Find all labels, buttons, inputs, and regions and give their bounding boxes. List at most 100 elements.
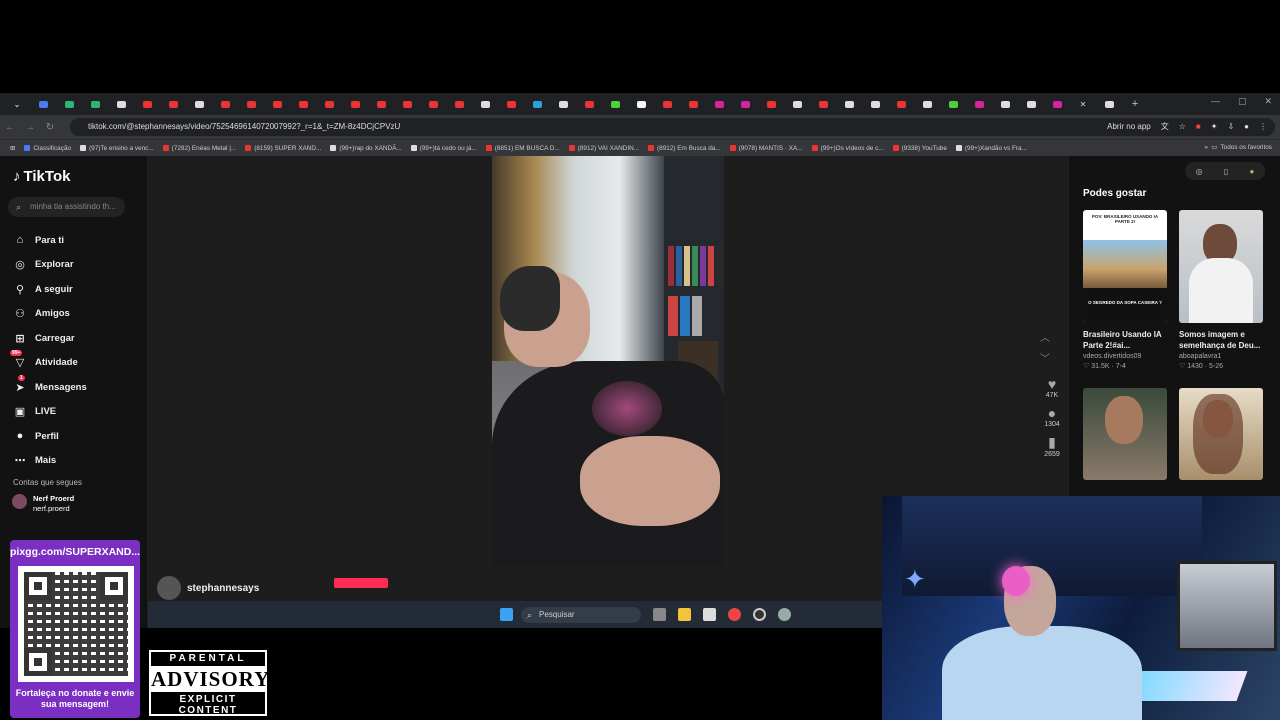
tab[interactable] (316, 93, 342, 115)
bookmark[interactable]: (8851) EM BUSCA D... (485, 145, 560, 152)
task-view-icon[interactable] (653, 608, 666, 621)
sidebar-item-perfil[interactable]: ● Perfil (12, 424, 87, 449)
chevron-up-icon[interactable]: ︿ (1040, 329, 1050, 344)
tab[interactable] (966, 93, 992, 115)
suggestion-card[interactable] (1179, 388, 1263, 480)
tab[interactable] (394, 93, 420, 115)
profile-avatar-icon[interactable]: ● (1250, 167, 1255, 176)
tab[interactable] (836, 93, 862, 115)
tab[interactable] (368, 93, 394, 115)
tab[interactable] (446, 93, 472, 115)
sidebar-item-live[interactable]: ▣ LIVE (12, 400, 87, 425)
tab[interactable] (290, 93, 316, 115)
suggestion-card[interactable] (1083, 388, 1167, 480)
like-icon[interactable]: ♥ (1037, 376, 1067, 392)
tab[interactable] (914, 93, 940, 115)
tiktok-logo[interactable]: ♪ TikTok (13, 168, 70, 185)
bookmark[interactable]: (97)Te ensino a venc... (80, 145, 154, 152)
sidebar-item-amigos[interactable]: ⚇ Amigos (12, 302, 87, 327)
tab[interactable] (82, 93, 108, 115)
tab[interactable] (134, 93, 160, 115)
bookmark[interactable]: (9078) MANTIS · XA... (729, 145, 803, 152)
close-window-icon[interactable]: ✕ (1264, 96, 1272, 107)
suggestion-card[interactable]: POV: BRASILEIRO USANDO IA PARTE 2! O SEG… (1083, 210, 1167, 370)
tab[interactable] (186, 93, 212, 115)
all-favorites[interactable]: » ▭ Todos os favoritos (1204, 143, 1272, 152)
tab[interactable] (498, 93, 524, 115)
search-input[interactable]: ⌕ minha tia assistindo th... (8, 197, 125, 217)
comment-icon[interactable]: ● (1037, 405, 1067, 421)
profile-avatar-icon[interactable]: ● (1244, 118, 1249, 136)
tab[interactable] (524, 93, 550, 115)
tab[interactable] (264, 93, 290, 115)
chrome-icon[interactable] (728, 608, 741, 621)
tab[interactable] (758, 93, 784, 115)
tab[interactable] (1018, 93, 1044, 115)
tab[interactable] (888, 93, 914, 115)
bookmark[interactable]: (99+)rap do XANDÃ... (330, 145, 402, 152)
store-icon[interactable] (703, 608, 716, 621)
phone-icon[interactable]: ▯ (1224, 167, 1228, 176)
video-author[interactable]: stephannesays (157, 576, 259, 600)
star-icon[interactable]: ☆ (1179, 118, 1186, 136)
translate-icon[interactable]: 文 (1161, 118, 1169, 136)
extension-icon[interactable]: ■ (1196, 118, 1201, 136)
maximize-icon[interactable]: ▢ (1238, 96, 1247, 107)
sidebar-item-explorar[interactable]: ◎ Explorar (12, 253, 87, 278)
tab[interactable] (680, 93, 706, 115)
bookmark[interactable]: (8912) VAI XANDIN... (568, 145, 639, 152)
minimize-icon[interactable]: — (1211, 96, 1220, 107)
forward-icon[interactable]: → (20, 122, 40, 133)
tab[interactable] (732, 93, 758, 115)
tab[interactable] (1096, 93, 1122, 115)
tab[interactable] (1044, 93, 1070, 115)
tab[interactable] (940, 93, 966, 115)
tab[interactable] (706, 93, 732, 115)
bookmark[interactable]: (7292) Enéas Metal |... (162, 145, 236, 152)
sidebar-item-para-ti[interactable]: ⌂ Para ti (12, 228, 87, 253)
tab[interactable] (342, 93, 368, 115)
tab[interactable] (576, 93, 602, 115)
bookmark[interactable]: (8159) SUPER XAND... (245, 145, 321, 152)
tab[interactable] (992, 93, 1018, 115)
bookmark[interactable]: (9338) YouTube (892, 145, 947, 152)
open-in-app-button[interactable]: Abrir no app (1107, 118, 1151, 136)
sidebar-item-mais[interactable]: ⋯ Mais (12, 449, 87, 474)
reload-icon[interactable]: ↻ (40, 122, 60, 133)
tab[interactable] (654, 93, 680, 115)
chevron-down-icon[interactable]: ﹀ (1040, 350, 1050, 365)
url-field[interactable]: tiktok.com/@stephannesays/video/75254696… (70, 118, 1275, 136)
sidebar-item-a-seguir[interactable]: ⚲ A seguir (12, 277, 87, 302)
suggestion-card[interactable]: Somos imagem e semelhança de Deu... aboa… (1179, 210, 1263, 370)
apps-icon[interactable]: ⊞ (10, 144, 15, 152)
following-account[interactable]: Nerf Proerd nerf.proerd (12, 494, 74, 514)
tab[interactable] (108, 93, 134, 115)
windows-start-icon[interactable] (500, 608, 513, 621)
tab[interactable] (862, 93, 888, 115)
tab-list-icon[interactable]: ⌄ (4, 93, 30, 115)
tab[interactable] (420, 93, 446, 115)
tab[interactable] (212, 93, 238, 115)
file-explorer-icon[interactable] (678, 608, 691, 621)
tab[interactable] (810, 93, 836, 115)
compass-icon[interactable]: ◎ (1196, 167, 1203, 176)
sidebar-item-carregar[interactable]: ⊞ Carregar (12, 326, 87, 351)
tab[interactable] (56, 93, 82, 115)
tab[interactable] (602, 93, 628, 115)
sidebar-item-mensagens[interactable]: ➤ 1 Mensagens (12, 374, 87, 400)
tab[interactable] (160, 93, 186, 115)
tab[interactable] (550, 93, 576, 115)
bookmark[interactable]: (99+)Xandão vs Fra... (955, 145, 1027, 152)
sidebar-item-atividade[interactable]: ▽ 99+ Atividade (10, 350, 87, 376)
tab[interactable] (238, 93, 264, 115)
bookmark[interactable]: (8912) Em Busca da... (648, 145, 721, 152)
new-tab-icon[interactable]: + (1122, 93, 1148, 115)
bookmark[interactable]: Classificação (24, 145, 71, 152)
video-player[interactable] (492, 156, 724, 566)
tab[interactable] (784, 93, 810, 115)
bookmark[interactable]: (99+)Os vídeos de c... (811, 145, 884, 152)
menu-icon[interactable]: ⋮ (1259, 118, 1267, 136)
bookmark-icon[interactable]: ▮ (1037, 434, 1067, 451)
follow-button[interactable] (334, 578, 388, 588)
obs-icon[interactable] (753, 608, 766, 621)
